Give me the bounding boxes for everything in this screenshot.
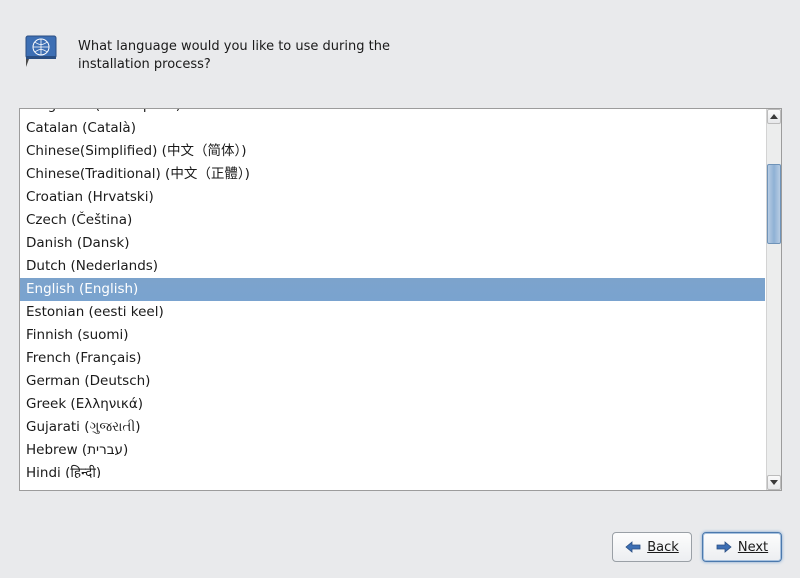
scroll-up-button[interactable]: [767, 109, 781, 124]
next-button-label: Next: [738, 540, 768, 555]
language-option[interactable]: Greek (Ελληνικά): [20, 393, 765, 416]
language-listbox[interactable]: Bulgarian (Български)Catalan (Català)Chi…: [19, 108, 782, 491]
scroll-down-button[interactable]: [767, 475, 781, 490]
next-button[interactable]: Next: [702, 532, 782, 562]
language-option[interactable]: Czech (Čeština): [20, 209, 765, 232]
language-option[interactable]: Danish (Dansk): [20, 232, 765, 255]
scrollbar-thumb[interactable]: [767, 164, 781, 244]
arrow-right-icon: [716, 541, 732, 553]
header: What language would you like to use duri…: [0, 0, 800, 73]
language-option[interactable]: English (English): [20, 278, 765, 301]
arrow-left-icon: [625, 541, 641, 553]
prompt-text: What language would you like to use duri…: [78, 34, 390, 73]
prompt-line-1: What language would you like to use duri…: [78, 39, 390, 54]
language-list-viewport: Bulgarian (Български)Catalan (Català)Chi…: [20, 109, 765, 490]
arrow-down-icon: [770, 480, 778, 485]
language-option[interactable]: Hebrew (עברית): [20, 439, 765, 462]
scrollbar[interactable]: [766, 109, 781, 490]
language-option[interactable]: German (Deutsch): [20, 370, 765, 393]
back-button[interactable]: Back: [612, 532, 692, 562]
back-button-label: Back: [647, 540, 679, 555]
language-option[interactable]: Croatian (Hrvatski): [20, 186, 765, 209]
flag-globe-icon: [24, 34, 60, 70]
language-option[interactable]: Bulgarian (Български): [20, 109, 765, 117]
language-option[interactable]: Finnish (suomi): [20, 324, 765, 347]
language-option[interactable]: French (Français): [20, 347, 765, 370]
language-option[interactable]: Hindi (हिन्दी): [20, 462, 765, 478]
language-option[interactable]: Dutch (Nederlands): [20, 255, 765, 278]
language-option[interactable]: Chinese(Traditional) (中文（正體）): [20, 163, 765, 186]
arrow-up-icon: [770, 114, 778, 119]
footer-buttons: Back Next: [612, 532, 782, 562]
language-option[interactable]: Catalan (Català): [20, 117, 765, 140]
language-option[interactable]: Chinese(Simplified) (中文（简体）): [20, 140, 765, 163]
scrollbar-track[interactable]: [767, 124, 781, 475]
prompt-line-2: installation process?: [78, 57, 211, 72]
language-option[interactable]: Estonian (eesti keel): [20, 301, 765, 324]
language-option[interactable]: Gujarati (ગુજરાતી): [20, 416, 765, 439]
